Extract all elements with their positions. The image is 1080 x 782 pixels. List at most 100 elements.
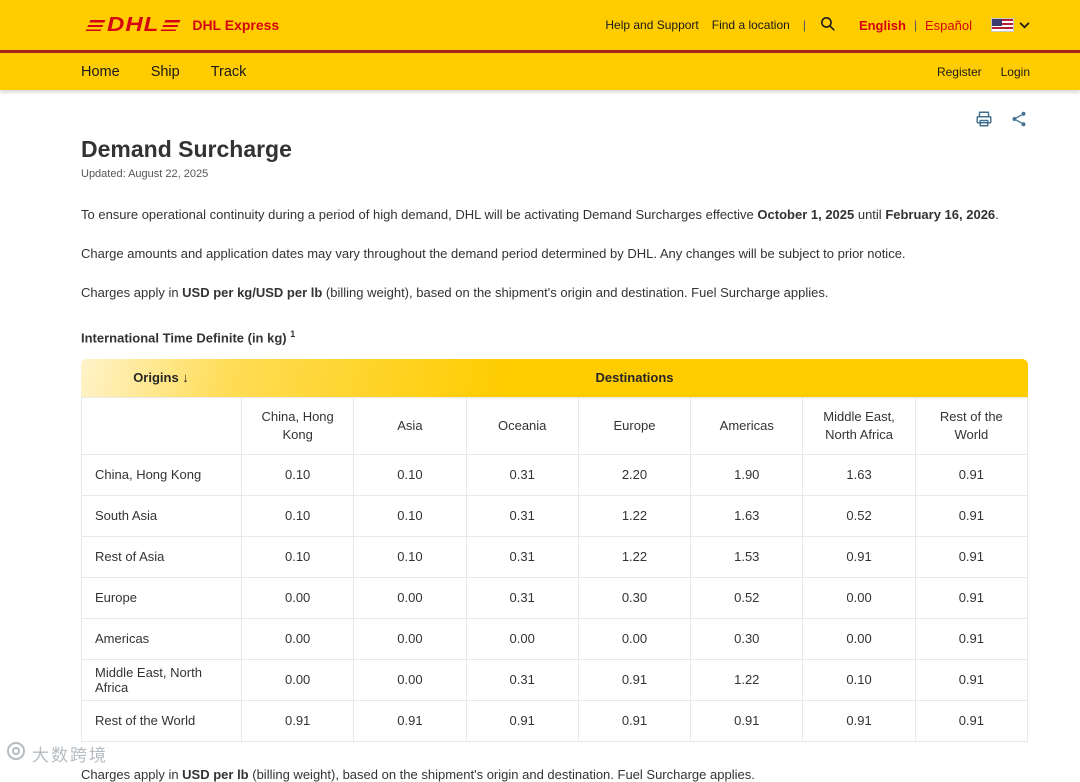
nav-links: Home Ship Track <box>81 64 246 80</box>
print-button[interactable] <box>975 110 993 128</box>
table-row: Europe 0.00 0.00 0.31 0.30 0.52 0.00 0.91 <box>81 576 1029 619</box>
rate-cell: 0.00 <box>577 617 692 660</box>
top-utility-links: Help and Support Find a location | Engli… <box>605 15 1030 35</box>
charges-paragraph: Charges apply in USD per kg/USD per lb (… <box>81 285 829 301</box>
rate-cell: 0.91 <box>802 699 916 742</box>
rate-cell: 0.91 <box>690 699 804 742</box>
help-and-support-link[interactable]: Help and Support <box>605 18 698 32</box>
rate-cell: 0.31 <box>465 576 579 619</box>
login-link[interactable]: Login <box>1001 65 1030 79</box>
origin-cell: South Asia <box>81 494 242 537</box>
origin-cell: Rest of the World <box>81 699 242 742</box>
rate-cell: 0.91 <box>914 494 1029 537</box>
notice-paragraph: Charge amounts and application dates may… <box>81 246 906 262</box>
table-row: South Asia 0.10 0.10 0.31 1.22 1.63 0.52 0.91 <box>81 494 1029 537</box>
table-header-band: Origins ↓ Destinations <box>81 358 1028 397</box>
language-english[interactable]: English <box>859 18 906 33</box>
effective-date: October 1, 2025 <box>757 207 855 222</box>
rate-cell: 0.00 <box>465 617 579 660</box>
destination-column-header: Americas <box>690 396 804 455</box>
rate-cell: 0.91 <box>577 699 692 742</box>
share-icon <box>1010 110 1028 128</box>
rates-tbody: China, Hong Kong 0.10 0.10 0.31 2.20 1.90 1.63… <box>81 453 1029 742</box>
watermark: 大数跨境 <box>6 741 108 766</box>
nav-item-track[interactable]: Track <box>211 64 247 80</box>
rate-cell: 0.10 <box>802 658 916 701</box>
column-header-row: China, Hong Kong Asia Oceania Europe America… <box>81 396 1029 455</box>
rate-cell: 1.22 <box>690 658 804 701</box>
rate-cell: 0.91 <box>914 617 1029 660</box>
find-a-location-link[interactable]: Find a location <box>712 18 790 32</box>
rate-cell: 0.30 <box>577 576 692 619</box>
divider: | <box>802 18 806 32</box>
origins-label: Origins ↓ <box>133 370 189 386</box>
main-content: Demand Surcharge Updated: August 22, 202… <box>0 90 1080 782</box>
rate-cell: 0.10 <box>353 453 467 496</box>
end-date: February 16, 2026 <box>885 207 996 222</box>
language-espanol[interactable]: Español <box>925 18 972 33</box>
rate-cell: 0.91 <box>465 699 579 742</box>
table-row: Rest of the World 0.91 0.91 0.91 0.91 0.91 0.9… <box>81 699 1029 742</box>
table-row: Rest of Asia 0.10 0.10 0.31 1.22 1.53 0.91 0.91 <box>81 535 1029 578</box>
rate-cell: 0.00 <box>240 576 355 619</box>
rate-cell: 0.91 <box>914 658 1029 701</box>
origin-cell: Rest of Asia <box>81 535 242 578</box>
footnote-marker: 1 <box>290 328 296 339</box>
divider: | <box>913 18 918 32</box>
chevron-down-icon <box>1019 18 1030 32</box>
rate-cell: 1.90 <box>690 453 804 496</box>
rate-cell: 1.22 <box>577 535 692 578</box>
origin-column-header <box>81 396 242 455</box>
table-row: Middle East, North Africa 0.00 0.00 0.31 0.9… <box>81 658 1029 701</box>
rate-cell: 0.00 <box>353 576 467 619</box>
origin-cell: Europe <box>81 576 242 619</box>
destination-column-header: China, Hong Kong <box>240 396 355 455</box>
rate-cell: 0.91 <box>577 658 692 701</box>
updated-date: Updated: August 22, 2025 <box>81 168 209 180</box>
destination-column-header: Middle East, North Africa <box>802 396 916 455</box>
register-link[interactable]: Register <box>937 65 982 79</box>
rate-cell: 0.30 <box>690 617 804 660</box>
print-icon <box>975 110 993 128</box>
footer-note: Charges apply in USD per lb (billing wei… <box>81 766 755 782</box>
nav-item-ship[interactable]: Ship <box>151 64 180 80</box>
table-heading: International Time Definite (in kg) 1 <box>81 328 296 345</box>
brand: DHL DHL Express <box>85 13 279 37</box>
destination-column-header: Europe <box>577 396 692 455</box>
rate-cell: 0.91 <box>802 535 916 578</box>
rate-cell: 0.00 <box>353 617 467 660</box>
dhl-logo[interactable]: DHL <box>85 13 181 37</box>
origin-cell: China, Hong Kong <box>81 453 242 496</box>
rate-cell: 0.31 <box>465 658 579 701</box>
rate-cell: 0.52 <box>802 494 916 537</box>
rate-cell: 0.91 <box>914 576 1029 619</box>
search-button[interactable] <box>819 15 836 35</box>
rate-cell: 0.00 <box>353 658 467 701</box>
rate-cell: 0.91 <box>914 699 1029 742</box>
nav-item-home[interactable]: Home <box>81 64 120 80</box>
rate-cell: 0.31 <box>465 535 579 578</box>
rate-cell: 0.10 <box>353 494 467 537</box>
rate-cell: 1.63 <box>690 494 804 537</box>
rate-cell: 0.10 <box>240 494 355 537</box>
rate-cell: 2.20 <box>577 453 692 496</box>
page-actions <box>81 90 1028 128</box>
rate-cell: 0.00 <box>802 576 916 619</box>
destination-column-header: Asia <box>353 396 467 455</box>
country-selector[interactable] <box>991 18 1030 32</box>
surcharge-table: China, Hong Kong Asia Oceania Europe America… <box>81 396 1029 742</box>
dhl-logo-bars-right <box>160 19 181 31</box>
rate-cell: 1.22 <box>577 494 692 537</box>
intro-paragraph: To ensure operational continuity during … <box>81 207 999 222</box>
rate-cell: 0.10 <box>353 535 467 578</box>
rate-cell: 0.52 <box>690 576 804 619</box>
watermark-text: 大数跨境 <box>32 746 108 765</box>
destination-column-header: Oceania <box>465 396 579 455</box>
top-header: DHL DHL Express Help and Support Find a … <box>0 0 1080 53</box>
destination-column-header: Rest of the World <box>914 396 1029 455</box>
share-button[interactable] <box>1010 110 1028 128</box>
us-flag-icon <box>991 18 1014 32</box>
origin-cell: Middle East, North Africa <box>81 658 242 701</box>
page-title: Demand Surcharge <box>81 136 292 162</box>
destinations-label: Destinations <box>595 370 674 386</box>
